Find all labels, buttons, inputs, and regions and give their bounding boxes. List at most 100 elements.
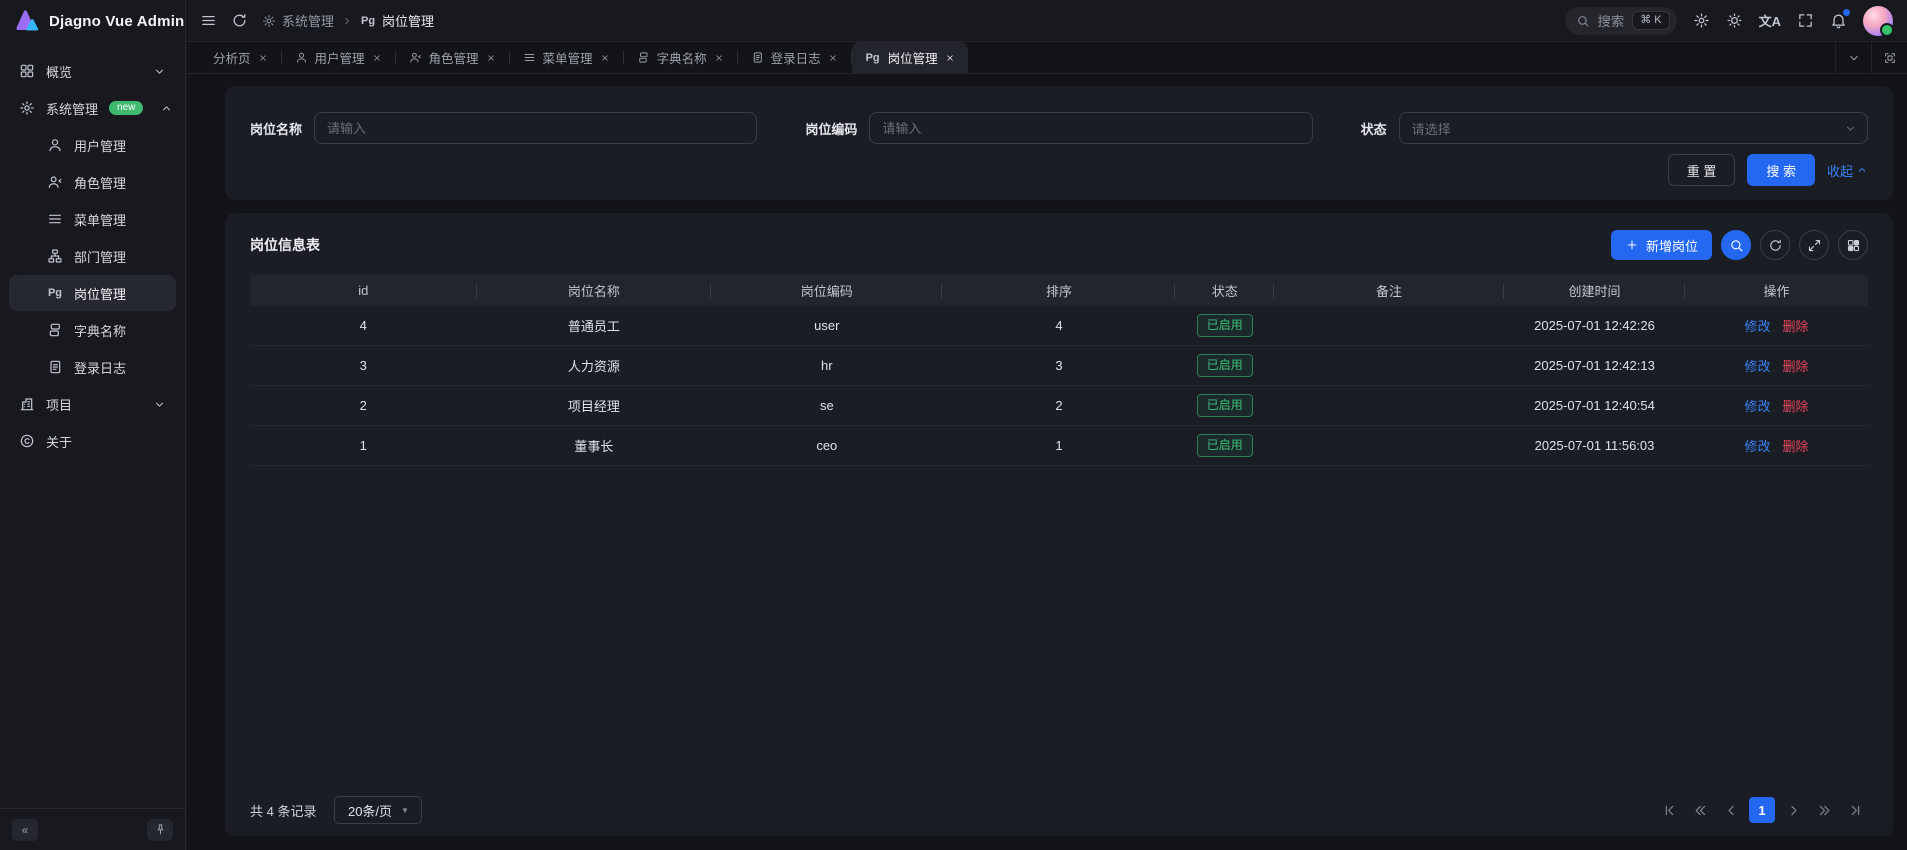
prev-page-button[interactable] <box>1718 797 1744 823</box>
sidebar-item-depts[interactable]: 部门管理 <box>9 238 176 274</box>
chevron-right-icon <box>1786 803 1801 818</box>
sidebar-item-system[interactable]: 系统管理new <box>9 90 176 126</box>
sidebar-item-posts[interactable]: Pg岗位管理 <box>9 275 176 311</box>
sidebar-item-about[interactable]: 关于 <box>9 423 176 459</box>
edit-link[interactable]: 修改 <box>1745 359 1771 374</box>
close-icon[interactable] <box>600 53 610 63</box>
breadcrumb-page[interactable]: Pg 岗位管理 <box>360 11 434 30</box>
last-page-button[interactable] <box>1842 797 1868 823</box>
edit-link[interactable]: 修改 <box>1745 319 1771 334</box>
filter-field-post-name: 岗位名称 <box>250 112 757 144</box>
gear-icon <box>262 14 276 28</box>
reset-button[interactable]: 重 置 <box>1668 154 1736 186</box>
edit-link[interactable]: 修改 <box>1745 399 1771 414</box>
collapse-filter-link[interactable]: 收起 <box>1827 161 1868 180</box>
next-page-button[interactable] <box>1780 797 1806 823</box>
status-select[interactable]: 请选择 <box>1399 112 1868 144</box>
app-title: Djagno Vue Admin <box>49 13 184 30</box>
close-icon[interactable] <box>945 53 955 63</box>
delete-link[interactable]: 删除 <box>1783 319 1809 334</box>
toggle-search-button[interactable] <box>1721 230 1751 260</box>
sidebar-item-overview[interactable]: 概览 <box>9 53 176 89</box>
chevron-down-icon <box>1847 51 1861 65</box>
tabbar-dropdown-button[interactable] <box>1835 42 1871 73</box>
language-translate-icon[interactable]: 文A <box>1759 11 1781 30</box>
sidebar-item-logs[interactable]: 登录日志 <box>9 349 176 385</box>
refresh-table-button[interactable] <box>1760 230 1790 260</box>
column-header: id <box>250 283 477 298</box>
sidebar-item-menus[interactable]: 菜单管理 <box>9 201 176 237</box>
global-search-button[interactable]: 搜索 ⌘ K <box>1565 7 1677 35</box>
sidebar-item-label: 部门管理 <box>74 247 126 266</box>
tab-menus[interactable]: 菜单管理 <box>510 42 623 73</box>
tab-roles[interactable]: 角色管理 <box>396 42 509 73</box>
tab-posts[interactable]: Pg岗位管理 <box>852 42 968 73</box>
chevron-left-icon <box>1724 803 1739 818</box>
tab-dict[interactable]: 字典名称 <box>624 42 737 73</box>
column-settings-button[interactable] <box>1838 230 1868 260</box>
user-avatar[interactable] <box>1863 6 1893 36</box>
fullscreen-icon[interactable] <box>1797 12 1814 29</box>
delete-link[interactable]: 删除 <box>1783 399 1809 414</box>
field-label: 状态 <box>1361 119 1387 138</box>
log-icon <box>751 51 764 64</box>
jump-forward-button[interactable] <box>1811 797 1837 823</box>
cell-name: 普通员工 <box>477 316 712 335</box>
sidebar-item-dict[interactable]: 字典名称 <box>9 312 176 348</box>
refresh-page-icon[interactable] <box>231 12 248 29</box>
theme-toggle-sun-icon[interactable] <box>1726 12 1743 29</box>
edit-link[interactable]: 修改 <box>1745 439 1771 454</box>
close-icon[interactable] <box>714 53 724 63</box>
columns-grid-icon <box>1846 238 1861 253</box>
last-page-icon <box>1848 803 1863 818</box>
page-size-select[interactable]: 20条/页 ▼ <box>334 796 422 824</box>
table-row: 3 人力资源 hr 3 已启用 2025-07-01 12:42:13 修改删除 <box>250 346 1868 386</box>
header-actions: 搜索 ⌘ K 文A <box>1565 6 1893 36</box>
cell-actions: 修改删除 <box>1685 396 1868 415</box>
table-title: 岗位信息表 <box>250 235 320 255</box>
delete-link[interactable]: 删除 <box>1783 359 1809 374</box>
search-icon <box>1729 238 1744 253</box>
sidebar-item-label: 系统管理 <box>46 99 98 118</box>
plus-icon <box>1625 238 1639 252</box>
close-icon[interactable] <box>372 53 382 63</box>
table-row: 4 普通员工 user 4 已启用 2025-07-01 12:42:26 修改… <box>250 306 1868 346</box>
notifications-bell-icon[interactable] <box>1830 12 1847 29</box>
sidebar-item-label: 关于 <box>46 432 72 451</box>
cell-id: 1 <box>250 438 477 453</box>
search-button[interactable]: 搜 索 <box>1747 154 1815 186</box>
close-icon[interactable] <box>486 53 496 63</box>
cell-name: 人力资源 <box>477 356 712 375</box>
double-chevron-right-icon <box>1817 803 1832 818</box>
hamburger-menu-icon[interactable] <box>200 12 217 29</box>
table-fullscreen-button[interactable] <box>1799 230 1829 260</box>
tab-label: 登录日志 <box>771 48 821 67</box>
sidebar-item-project[interactable]: 项目 <box>9 386 176 422</box>
double-chevron-left-icon <box>1693 803 1708 818</box>
page-number-button[interactable]: 1 <box>1749 797 1775 823</box>
table-row: 2 项目经理 se 2 已启用 2025-07-01 12:40:54 修改删除 <box>250 386 1868 426</box>
tab-users[interactable]: 用户管理 <box>282 42 395 73</box>
sidebar-item-roles[interactable]: 角色管理 <box>9 164 176 200</box>
first-page-button[interactable] <box>1656 797 1682 823</box>
close-icon[interactable] <box>828 53 838 63</box>
tab-logs[interactable]: 登录日志 <box>738 42 851 73</box>
column-header: 操作 <box>1685 281 1868 300</box>
breadcrumb-section[interactable]: 系统管理 <box>262 11 334 30</box>
post-name-input[interactable] <box>314 112 757 144</box>
close-icon[interactable] <box>258 53 268 63</box>
sidebar-pin-button[interactable] <box>147 819 173 841</box>
sidebar-item-users[interactable]: 用户管理 <box>9 127 176 163</box>
tab-analysis[interactable]: 分析页 <box>200 42 281 73</box>
app-logo[interactable]: Djagno Vue Admin <box>0 0 185 42</box>
jump-back-button[interactable] <box>1687 797 1713 823</box>
settings-gear-icon[interactable] <box>1693 12 1710 29</box>
sidebar-collapse-button[interactable]: « <box>12 819 38 841</box>
tabbar-maximize-button[interactable] <box>1871 42 1907 73</box>
delete-link[interactable]: 删除 <box>1783 439 1809 454</box>
add-post-button[interactable]: 新增岗位 <box>1611 230 1712 260</box>
chevron-down-icon <box>1844 122 1857 135</box>
cell-code: se <box>711 398 942 413</box>
table-footer: 共 4 条记录 20条/页 ▼ 1 <box>250 786 1868 824</box>
post-code-input[interactable] <box>869 112 1312 144</box>
